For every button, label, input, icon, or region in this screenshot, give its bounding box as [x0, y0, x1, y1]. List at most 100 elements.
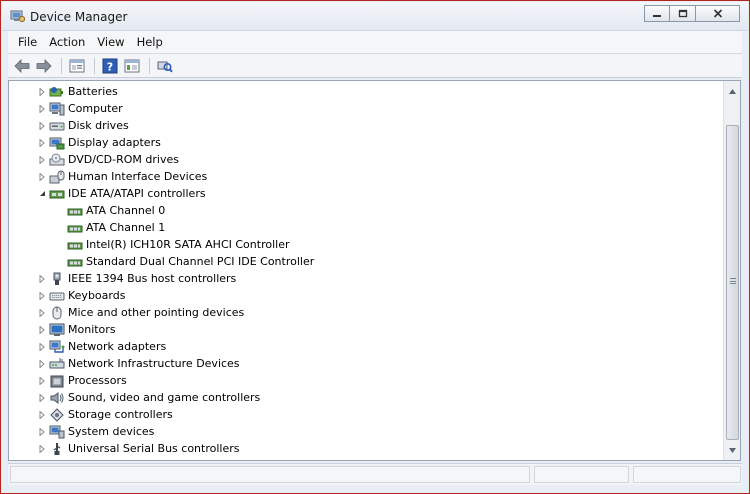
window-title: Device Manager: [30, 10, 128, 24]
network-infrastructure-icon: [49, 357, 65, 371]
tree-category[interactable]: Sound, video and game controllers: [37, 389, 260, 406]
tree-device[interactable]: ATA Channel 0: [55, 202, 165, 219]
disk-drive-icon: [49, 119, 65, 133]
tree-device[interactable]: Standard Dual Channel PCI IDE Controller: [55, 253, 314, 270]
menu-bar: File Action View Help: [8, 31, 742, 54]
expand-arrow-icon[interactable]: [37, 338, 47, 355]
scroll-down-button[interactable]: [725, 442, 740, 458]
tree-category[interactable]: Batteries: [37, 83, 118, 100]
tree-category-label: Network Infrastructure Devices: [68, 357, 240, 370]
menu-view[interactable]: View: [91, 35, 130, 49]
minimize-button[interactable]: [644, 5, 670, 22]
expand-arrow-icon[interactable]: [37, 117, 47, 134]
device-manager-window: Device Manager File Action View Help ? B…: [0, 0, 750, 494]
tree-category-label: Monitors: [68, 323, 116, 336]
ide-child-icon: [67, 221, 83, 235]
tree-category-label: Network adapters: [68, 340, 167, 353]
scroll-up-button[interactable]: [725, 83, 740, 99]
tree-category-label: Batteries: [68, 85, 118, 98]
chevron-up-icon: [729, 88, 736, 94]
status-pane-tertiary: [633, 466, 741, 483]
menu-help[interactable]: Help: [131, 35, 169, 49]
processor-icon: [49, 374, 65, 388]
tree-category[interactable]: Universal Serial Bus controllers: [37, 440, 239, 457]
tree-category[interactable]: Mice and other pointing devices: [37, 304, 244, 321]
tree-category-label: IDE ATA/ATAPI controllers: [68, 187, 206, 200]
menu-action[interactable]: Action: [43, 35, 91, 49]
mouse-icon: [49, 306, 65, 320]
ide-child-icon: [67, 255, 83, 269]
status-pane-secondary: [534, 466, 629, 483]
scroll-thumb[interactable]: [726, 125, 739, 440]
tree-device-label: ATA Channel 1: [86, 221, 166, 234]
tree-category[interactable]: Computer: [37, 100, 123, 117]
tree-category-label: DVD/CD-ROM drives: [68, 153, 179, 166]
expand-arrow-icon[interactable]: [37, 355, 47, 372]
tree-category[interactable]: Storage controllers: [37, 406, 173, 423]
expand-arrow-icon[interactable]: [37, 83, 47, 100]
storage-controller-icon: [49, 407, 65, 422]
forward-arrow-icon: [36, 58, 52, 73]
tree-category[interactable]: Processors: [37, 372, 127, 389]
tree-category[interactable]: System devices: [37, 423, 154, 440]
vertical-scrollbar[interactable]: [723, 81, 740, 460]
tree-category[interactable]: DVD/CD-ROM drives: [37, 151, 179, 168]
update-driver-button[interactable]: [122, 57, 142, 75]
tree-device[interactable]: Intel(R) ICH10R SATA AHCI Controller: [55, 236, 289, 253]
back-arrow-icon: [14, 58, 30, 73]
close-button[interactable]: [696, 5, 740, 22]
expand-arrow-icon[interactable]: [37, 440, 47, 457]
expand-arrow-icon[interactable]: [37, 304, 47, 321]
toolbar: ?: [8, 54, 742, 78]
dvd-drive-icon: [49, 153, 65, 167]
back-button[interactable]: [12, 57, 32, 75]
forward-button[interactable]: [34, 57, 54, 75]
maximize-button[interactable]: [670, 5, 696, 22]
expand-arrow-icon[interactable]: [37, 134, 47, 151]
tree-category[interactable]: Human Interface Devices: [37, 168, 207, 185]
expand-arrow-icon[interactable]: [37, 423, 47, 440]
toolbar-separator: [94, 57, 95, 74]
device-manager-icon: [10, 9, 26, 23]
expand-arrow-icon[interactable]: [37, 270, 47, 287]
hid-icon: [49, 170, 65, 184]
scan-hardware-icon: [157, 61, 173, 72]
properties-button[interactable]: [67, 57, 87, 75]
tree-device[interactable]: ATA Channel 1: [55, 219, 165, 236]
tree-category[interactable]: Network Infrastructure Devices: [37, 355, 240, 372]
expand-arrow-icon[interactable]: [37, 151, 47, 168]
expand-arrow-icon[interactable]: [37, 168, 47, 185]
chevron-down-icon: [729, 447, 736, 453]
expand-arrow-icon[interactable]: [37, 389, 47, 406]
title-bar[interactable]: Device Manager: [2, 2, 748, 31]
tree-category[interactable]: Keyboards: [37, 287, 125, 304]
tree-category[interactable]: Display adapters: [37, 134, 161, 151]
expand-arrow-icon[interactable]: [37, 406, 47, 423]
tree-category-label: Mice and other pointing devices: [68, 306, 245, 319]
expand-arrow-icon[interactable]: [37, 321, 47, 338]
scan-hardware-button[interactable]: [155, 57, 175, 75]
update-driver-icon: [124, 59, 140, 72]
collapse-arrow-icon[interactable]: [37, 185, 47, 202]
tree-category-label: Disk drives: [68, 119, 129, 132]
minimize-icon: [653, 14, 661, 17]
tree-category[interactable]: Disk drives: [37, 117, 129, 134]
expand-arrow-icon[interactable]: [37, 372, 47, 389]
status-pane-main: [10, 466, 530, 483]
tree-category[interactable]: IEEE 1394 Bus host controllers: [37, 270, 236, 287]
firewire-icon: [49, 272, 65, 286]
tree-category-label: Keyboards: [68, 289, 126, 302]
help-button[interactable]: ?: [100, 57, 120, 75]
expand-arrow-icon[interactable]: [37, 287, 47, 304]
tree-category-label: Display adapters: [68, 136, 161, 149]
close-icon: [713, 9, 722, 18]
tree-category[interactable]: IDE ATA/ATAPI controllers: [37, 185, 206, 202]
tree-category[interactable]: Network adapters: [37, 338, 166, 355]
tree-device-label: Standard Dual Channel PCI IDE Controller: [86, 255, 315, 268]
expand-arrow-icon[interactable]: [37, 100, 47, 117]
menu-file[interactable]: File: [12, 35, 43, 49]
tree-category[interactable]: Monitors: [37, 321, 116, 338]
